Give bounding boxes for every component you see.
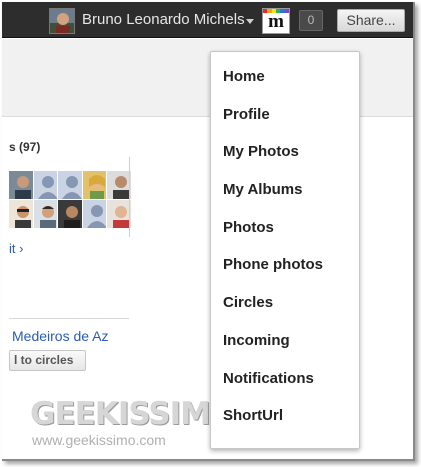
avatar[interactable] (33, 200, 58, 228)
color-stripe (263, 9, 289, 13)
chevron-down-icon[interactable] (246, 19, 254, 24)
m-logo-letter: m (268, 11, 284, 32)
menu-item-photos[interactable]: Photos (211, 209, 359, 247)
menu-item-phone-photos[interactable]: Phone photos (211, 246, 359, 284)
browser-screenshot: Bruno Leonardo Michels m 0 Share... s (9… (2, 2, 415, 461)
watermark-url: www.geekissimo.com (32, 432, 166, 448)
avatar-row (9, 171, 131, 199)
menu-item-shorturl[interactable]: ShortUrl (211, 397, 359, 435)
geekissimo-watermark: GEEKISSIMO (30, 396, 236, 432)
avatar[interactable] (107, 200, 131, 228)
user-avatar[interactable] (49, 8, 75, 34)
menu-item-home[interactable]: Home (211, 58, 359, 96)
avatar[interactable] (82, 200, 107, 228)
user-name-menu[interactable]: Bruno Leonardo Michels (82, 11, 245, 28)
avatar[interactable] (9, 171, 33, 199)
add-to-circles-button[interactable]: l to circles (9, 350, 86, 371)
top-navigation-bar: Bruno Leonardo Michels m 0 Share... (2, 2, 413, 38)
avatar[interactable] (82, 171, 107, 199)
person-name-link[interactable]: Medeiros de Az (12, 328, 116, 344)
avatar[interactable] (58, 200, 82, 228)
menu-item-incoming[interactable]: Incoming (211, 322, 359, 360)
menu-item-my-photos[interactable]: My Photos (211, 133, 359, 171)
account-dropdown-menu: Home Profile My Photos My Albums Photos … (210, 51, 360, 449)
m-extension-button[interactable]: m (262, 8, 290, 34)
notification-counter[interactable]: 0 (299, 10, 323, 31)
menu-item-my-albums[interactable]: My Albums (211, 171, 359, 209)
avatar-row (9, 200, 131, 228)
avatar[interactable] (9, 200, 33, 228)
circles-count-heading: s (97) (9, 140, 41, 154)
edit-circles-link[interactable]: it › (9, 241, 23, 256)
avatar[interactable] (107, 171, 131, 199)
divider (9, 318, 129, 319)
share-button[interactable]: Share... (337, 9, 405, 32)
circle-avatar-grid (9, 171, 131, 229)
menu-item-profile[interactable]: Profile (211, 96, 359, 134)
menu-item-circles[interactable]: Circles (211, 284, 359, 322)
avatar[interactable] (58, 171, 82, 199)
menu-item-notifications[interactable]: Notifications (211, 360, 359, 398)
avatar[interactable] (33, 171, 58, 199)
column-divider (129, 157, 130, 237)
